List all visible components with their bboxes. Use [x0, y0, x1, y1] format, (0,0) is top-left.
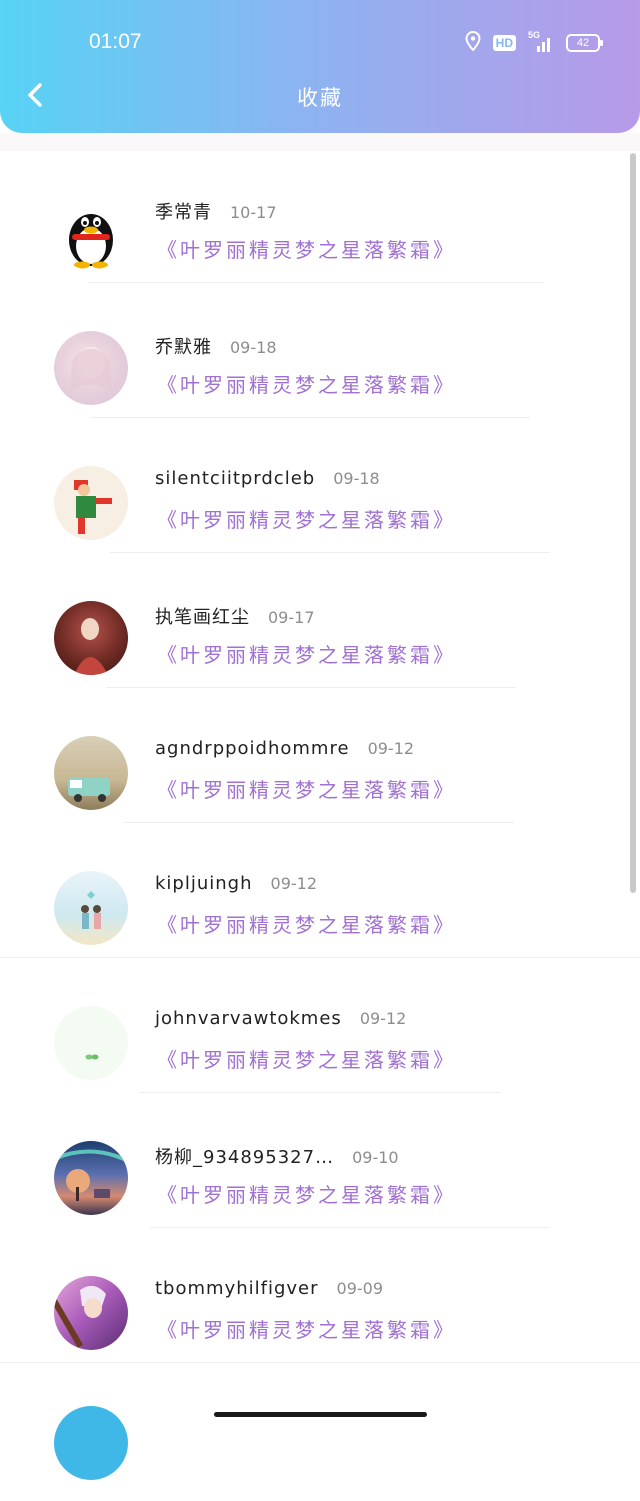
user-name[interactable]: johnvarvawtokmes 09-12 — [155, 1008, 406, 1029]
user-name[interactable]: 执笔画红尘 09-17 — [155, 603, 315, 629]
favorite-date: 10-17 — [230, 203, 277, 222]
user-name[interactable]: silentciitprdcleb 09-18 — [155, 468, 380, 489]
divider — [106, 687, 516, 688]
favorites-list: 季常青 10-17 《叶罗丽精灵梦之星落繁霜》 乔默雅 09-18 《叶罗丽精灵梦之… — [0, 151, 640, 1501]
avatar[interactable] — [54, 1141, 128, 1215]
status-icons: HD 5G 42 — [465, 30, 603, 56]
user-name-text: johnvarvawtokmes — [155, 1008, 342, 1029]
divider — [110, 552, 550, 553]
book-title[interactable]: 《叶罗丽精灵梦之星落繁霜》 — [157, 774, 456, 803]
home-indicator[interactable] — [214, 1412, 427, 1417]
avatar[interactable] — [54, 601, 128, 675]
favorite-date: 09-10 — [352, 1148, 399, 1167]
divider — [0, 1362, 640, 1363]
sprout-icon — [85, 1054, 99, 1060]
avatar[interactable] — [54, 196, 128, 270]
book-title[interactable]: 《叶罗丽精灵梦之星落繁霜》 — [157, 1044, 456, 1073]
anime-girl-avatar-icon — [70, 347, 112, 391]
list-item[interactable]: 执笔画红尘 09-17 《叶罗丽精灵梦之星落繁霜》 — [0, 556, 640, 691]
book-title[interactable]: 《叶罗丽精灵梦之星落繁霜》 — [157, 1314, 456, 1343]
book-title[interactable]: 《叶罗丽精灵梦之星落繁霜》 — [157, 1179, 456, 1208]
divider — [88, 282, 544, 283]
user-name-text: silentciitprdcleb — [155, 468, 316, 489]
avatar[interactable] — [54, 736, 128, 810]
list-item[interactable]: 乔默雅 09-18 《叶罗丽精灵梦之星落繁霜》 — [0, 286, 640, 421]
penguin-icon — [69, 214, 113, 269]
user-name-text: 乔默雅 — [155, 337, 212, 358]
avatar[interactable] — [54, 1006, 128, 1080]
battery-icon: 42 — [566, 34, 603, 52]
divider — [150, 1227, 550, 1228]
list-item-partial[interactable] — [0, 1366, 640, 1501]
book-title[interactable]: 《叶罗丽精灵梦之星落繁霜》 — [157, 234, 456, 263]
list-item[interactable]: 杨柳_934895327… 09-10 《叶罗丽精灵梦之星落繁霜》 — [0, 1096, 640, 1231]
signal-icon: 5G — [528, 30, 554, 53]
user-name[interactable]: tbommyhilfigver 09-09 — [155, 1278, 383, 1299]
list-item[interactable]: tbommyhilfigver 09-09 《叶罗丽精灵梦之星落繁霜》 — [0, 1231, 640, 1366]
page-title: 收藏 — [297, 86, 343, 110]
book-title[interactable]: 《叶罗丽精灵梦之星落繁霜》 — [157, 639, 456, 668]
user-name[interactable]: agndrppoidhommre 09-12 — [155, 738, 414, 759]
location-icon — [465, 30, 481, 55]
favorite-date: 09-18 — [230, 338, 277, 357]
list-item[interactable]: 季常青 10-17 《叶罗丽精灵梦之星落繁霜》 — [0, 151, 640, 286]
favorite-date: 09-17 — [268, 608, 315, 627]
list-item[interactable]: silentciitprdcleb 09-18 《叶罗丽精灵梦之星落繁霜》 — [0, 421, 640, 556]
toy-truck-icon — [68, 778, 110, 802]
book-title[interactable]: 《叶罗丽精灵梦之星落繁霜》 — [157, 909, 456, 938]
hd-badge: HD — [492, 35, 516, 51]
user-name-text: 季常青 — [155, 202, 212, 223]
user-name[interactable]: 乔默雅 09-18 — [155, 333, 277, 359]
favorite-date: 09-12 — [359, 1009, 407, 1028]
user-name[interactable]: 季常青 10-17 — [155, 198, 277, 224]
status-time: 01:07 — [89, 30, 142, 53]
portrait-avatar-icon — [74, 618, 108, 675]
night-landscape-icon — [54, 1149, 128, 1201]
favorite-date: 09-09 — [336, 1279, 384, 1298]
divider — [90, 417, 530, 418]
scrollbar[interactable] — [630, 153, 636, 893]
divider — [124, 822, 514, 823]
app-header: 01:07 HD 5G 42 收藏 — [0, 0, 640, 133]
couple-illustration-icon — [81, 891, 101, 929]
user-name-text: 杨柳_934895327… — [155, 1147, 335, 1168]
anime-character-avatar-icon — [54, 1285, 106, 1348]
avatar[interactable] — [54, 1276, 128, 1350]
list-item[interactable]: johnvarvawtokmes 09-12 《叶罗丽精灵梦之星落繁霜》 — [0, 961, 640, 1096]
divider — [0, 957, 640, 958]
list-item[interactable]: agndrppoidhommre 09-12 《叶罗丽精灵梦之星落繁霜》 — [0, 691, 640, 826]
list-item[interactable]: kipljuingh 09-12 《叶罗丽精灵梦之星落繁霜》 — [0, 826, 640, 961]
avatar[interactable] — [54, 1406, 128, 1480]
avatar[interactable] — [54, 331, 128, 405]
user-name-text: 执笔画红尘 — [155, 607, 250, 628]
book-title[interactable]: 《叶罗丽精灵梦之星落繁霜》 — [157, 369, 456, 398]
favorite-date: 09-12 — [270, 874, 318, 893]
favorite-date: 09-18 — [333, 469, 380, 488]
user-name[interactable]: kipljuingh 09-12 — [155, 873, 317, 894]
divider — [140, 1092, 500, 1093]
favorite-date: 09-12 — [367, 739, 415, 758]
user-name-text: tbommyhilfigver — [155, 1278, 319, 1299]
cartoon-character-icon — [74, 480, 112, 534]
user-name-text: agndrppoidhommre — [155, 738, 350, 759]
user-name-text: kipljuingh — [155, 873, 253, 894]
book-title[interactable]: 《叶罗丽精灵梦之星落繁霜》 — [157, 504, 456, 533]
avatar[interactable] — [54, 871, 128, 945]
header-gap — [0, 133, 640, 151]
user-name[interactable]: 杨柳_934895327… 09-10 — [155, 1143, 399, 1169]
avatar[interactable] — [54, 466, 128, 540]
